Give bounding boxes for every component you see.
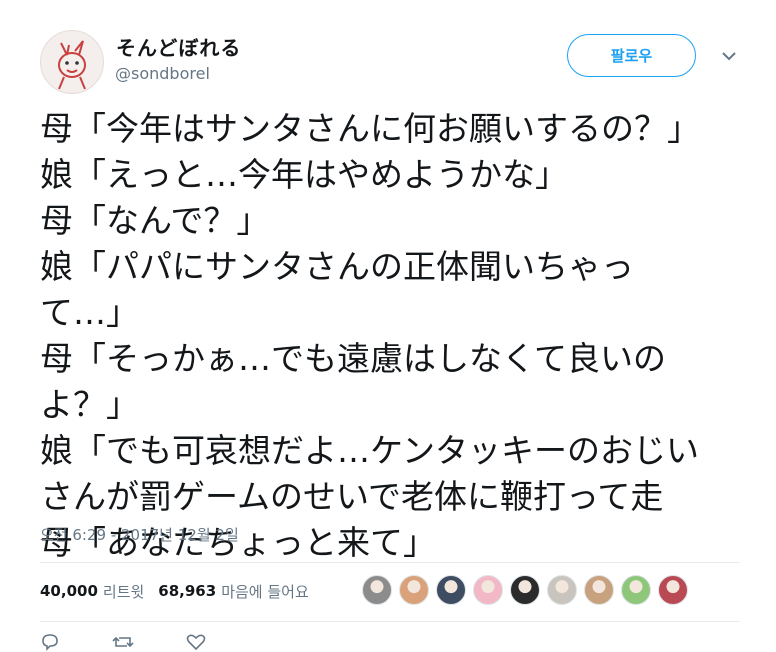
tweet-stats: 40,000 리트윗 68,963 마음에 들어요	[40, 578, 323, 604]
divider	[40, 621, 740, 622]
reply-icon	[42, 634, 58, 651]
user-avatar[interactable]	[40, 30, 104, 94]
divider	[40, 562, 740, 563]
retweet-icon	[112, 636, 134, 648]
retweet-label[interactable]: 리트윗	[103, 581, 144, 602]
tweet-header: そんどぼれる @sondborel 팔로우	[0, 0, 776, 100]
liker-avatar-4-icon[interactable]	[473, 575, 503, 605]
tweet-text: 母「今年はサンタさんに何お願いするの？」 娘「えっと…今年はやめようかな」 母「…	[40, 106, 760, 566]
liker-avatar-6-icon[interactable]	[547, 575, 577, 605]
retweet-count[interactable]: 40,000	[40, 582, 98, 600]
heart-icon	[186, 634, 206, 651]
liker-avatar-5-icon[interactable]	[510, 575, 540, 605]
liker-avatars	[362, 575, 695, 609]
reply-button[interactable]	[40, 633, 68, 651]
tweet-line: 母「そっかぁ…でも遠慮はしなくて良いの	[40, 339, 667, 378]
tweet-line: 母「なんで？」	[40, 201, 270, 240]
liker-avatar-1-icon[interactable]	[362, 575, 392, 605]
tweet-line: 娘「でも可哀想だよ…ケンタッキーのおじい	[40, 431, 700, 470]
tweet-line: さんが罰ゲームのせいで老体に鞭打って走	[40, 477, 664, 516]
liker-avatar-9-icon[interactable]	[658, 575, 688, 605]
avatar-drawing-icon	[58, 40, 86, 90]
tweet-line: よ？」	[40, 385, 139, 424]
user-handle[interactable]: @sondborel	[115, 64, 210, 83]
tweet-line: 娘「えっと…今年はやめようかな」	[40, 155, 568, 194]
user-display-name[interactable]: そんどぼれる	[116, 32, 241, 61]
like-count[interactable]: 68,963	[158, 582, 216, 600]
like-label[interactable]: 마음에 들어요	[221, 581, 309, 602]
follow-button[interactable]: 팔로우	[567, 34, 696, 77]
tweet-line: て…」	[40, 293, 139, 332]
tweet-line: 母「今年はサンタさんに何お願いするの？」	[40, 109, 700, 148]
chevron-down-icon[interactable]	[720, 50, 738, 62]
tweet-line: 娘「パパにサンタさんの正体聞いちゃっ	[40, 247, 634, 286]
liker-avatar-2-icon[interactable]	[399, 575, 429, 605]
retweet-button[interactable]	[112, 633, 142, 651]
liker-avatar-3-icon[interactable]	[436, 575, 466, 605]
tweet-timestamp[interactable]: 오전 6:29 - 2017년 12월 2일	[40, 524, 239, 545]
like-button[interactable]	[186, 633, 214, 651]
tweet-actions	[40, 632, 258, 652]
liker-avatar-8-icon[interactable]	[621, 575, 651, 605]
liker-avatar-7-icon[interactable]	[584, 575, 614, 605]
